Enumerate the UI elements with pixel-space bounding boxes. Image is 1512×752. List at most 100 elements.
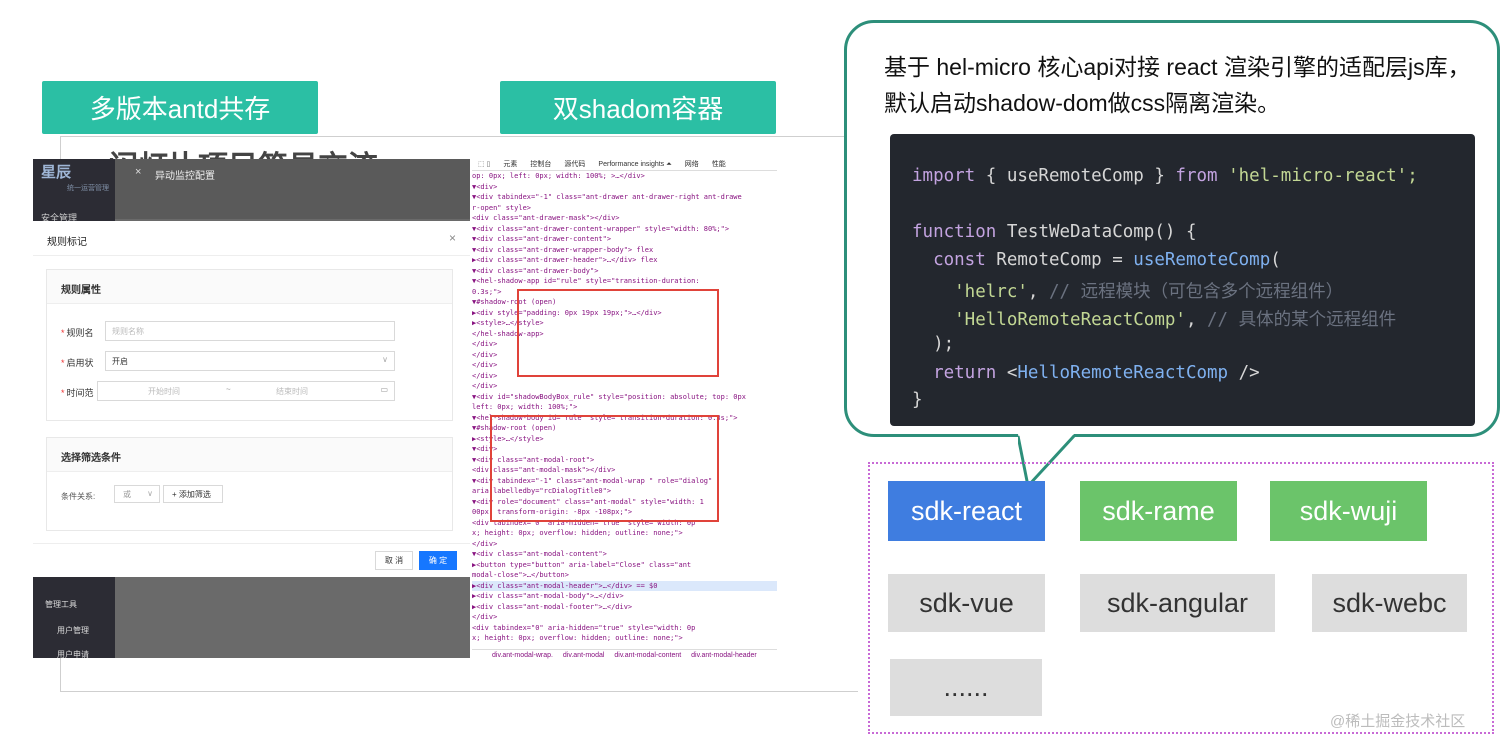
- rule-modal: 规则标记 × 规则属性 * 规则名 规则名称 * 启用状 开启 ∨ * 时间范 开始时…: [33, 221, 470, 577]
- dom-node-line[interactable]: ▶<div class="ant-drawer-header">…</div> …: [472, 255, 777, 266]
- range-separator: ~: [226, 385, 231, 394]
- sidebar-item-user-apply[interactable]: 用户申请: [57, 649, 89, 658]
- tab-performance[interactable]: 性能: [712, 159, 726, 170]
- select-value: 或: [123, 490, 131, 499]
- tab-sources[interactable]: 源代码: [564, 159, 585, 170]
- code-snippet: import { useRemoteComp } from 'hel-micro…: [890, 134, 1475, 426]
- dom-node-line[interactable]: </div>: [472, 539, 777, 550]
- code-line: );: [912, 334, 955, 354]
- card-title: 规则属性: [47, 270, 452, 304]
- watermark: @稀土掘金技术社区: [1330, 713, 1466, 730]
- code-line: 'HelloRemoteReactComp', // 具体的某个远程组件: [912, 310, 1397, 330]
- breadcrumb-item[interactable]: div.ant-modal-content: [614, 652, 681, 659]
- dom-node-line[interactable]: ▼<div class="ant-drawer-wrapper-body"> f…: [472, 245, 777, 256]
- dom-node-line[interactable]: </div>: [472, 612, 777, 623]
- sdk-wuji-box: sdk-wuji: [1270, 481, 1427, 541]
- modal-divider: [33, 255, 470, 256]
- sdk-rame-box: sdk-rame: [1080, 481, 1237, 541]
- tab-elements[interactable]: 元素: [503, 159, 517, 170]
- dom-node-line[interactable]: modal-close">…</button>: [472, 570, 777, 581]
- field-status: * 启用状: [61, 356, 94, 369]
- dom-node-line[interactable]: ▶<button type="button" aria-label="Close…: [472, 560, 777, 571]
- code-line: const RemoteComp = useRemoteComp(: [912, 250, 1281, 270]
- card-title: 选择筛选条件: [47, 438, 452, 472]
- chevron-down-icon: ∨: [147, 489, 153, 498]
- field-label: 启用状: [66, 358, 94, 368]
- code-line: 'helrc', // 远程模块（可包含多个远程组件）: [912, 282, 1344, 302]
- dom-tree: op: 0px; left: 0px; width: 100%; >…</div…: [472, 171, 777, 644]
- breadcrumb-item[interactable]: div.ant-modal-header: [691, 652, 757, 659]
- field-time-range: * 时间范: [61, 386, 94, 399]
- sdk-angular-box: sdk-angular: [1080, 574, 1275, 632]
- modal-footer-divider: [33, 543, 470, 544]
- sdk-webc-box: sdk-webc: [1312, 574, 1467, 632]
- cancel-button[interactable]: 取 消: [375, 551, 413, 570]
- frame-bottom-line: [60, 691, 858, 692]
- dom-node-line[interactable]: ▶<div class="ant-modal-header">…</div> =…: [472, 580, 777, 591]
- logo: 星辰: [41, 164, 72, 181]
- tab-performance-insights[interactable]: Performance insights ⏶: [598, 159, 671, 170]
- code-line: import { useRemoteComp } from 'hel-micro…: [912, 166, 1418, 186]
- field-label: 时间范: [66, 388, 94, 398]
- app-screenshot: 星辰 统一运营管理 安全管理 管理工具 用户管理 用户申请 × 异动监控配置 规…: [33, 159, 470, 658]
- dom-node-line[interactable]: ▼<div class="ant-drawer-content-wrapper"…: [472, 224, 777, 235]
- dom-node-line[interactable]: x; height: 0px; overflow: hidden; outlin…: [472, 528, 777, 539]
- end-time[interactable]: 结束时间: [276, 386, 308, 397]
- start-time[interactable]: 开始时间: [148, 386, 180, 397]
- drawer-close-icon[interactable]: ×: [135, 166, 141, 178]
- dom-node-line[interactable]: left: 0px; width: 100%;">: [472, 402, 777, 413]
- devtools-breadcrumb: div.ant-modal-wrap. div.ant-modal div.an…: [472, 649, 777, 661]
- code-line: return <HelloRemoteReactComp />: [912, 363, 1260, 383]
- dom-node-line[interactable]: <div class="ant-drawer-mask"></div>: [472, 213, 777, 224]
- dom-node-line[interactable]: ▼<div>: [472, 182, 777, 193]
- add-filter-button[interactable]: + 添加筛选: [163, 485, 223, 503]
- modal-close-icon[interactable]: ×: [449, 231, 456, 245]
- dom-node-line[interactable]: ▶<div class="ant-modal-body">…</div>: [472, 591, 777, 602]
- dom-node-line[interactable]: r-open" style>: [472, 203, 777, 214]
- sdk-more-box: ......: [890, 659, 1042, 716]
- logo-subtitle: 统一运营管理: [67, 185, 109, 192]
- rule-name-input[interactable]: 规则名称: [105, 321, 395, 341]
- required-mark: *: [61, 328, 65, 338]
- drawer-title: 异动监控配置: [155, 171, 215, 182]
- dom-node-line[interactable]: ▼<div class="ant-drawer-content">: [472, 234, 777, 245]
- chevron-down-icon: ∨: [382, 355, 388, 364]
- devtools-panel: ⬚ ▯ 元素 控制台 源代码 Performance insights ⏶ 网络…: [472, 159, 777, 661]
- field-label: 规则名: [66, 328, 94, 338]
- frame-top-line: [60, 136, 850, 137]
- dom-node-line[interactable]: ▼<div class="ant-drawer-body">: [472, 266, 777, 277]
- filter-card: 选择筛选条件 条件关系: 或 ∨ + 添加筛选: [46, 437, 453, 531]
- select-value: 开启: [112, 357, 128, 366]
- time-range-picker[interactable]: 开始时间 ~ 结束时间 ▭: [97, 381, 395, 401]
- dom-node-line[interactable]: op: 0px; left: 0px; width: 100%; >…</div…: [472, 171, 777, 182]
- code-line: }: [912, 390, 923, 410]
- tab-console[interactable]: 控制台: [530, 159, 551, 170]
- modal-title: 规则标记: [47, 237, 87, 248]
- condition-label: 条件关系:: [61, 492, 96, 501]
- breadcrumb-item[interactable]: div.ant-modal-wrap.: [492, 652, 553, 659]
- dom-node-line[interactable]: ▼<div id="shadowBodyBox_rule" style="pos…: [472, 392, 777, 403]
- dom-node-line[interactable]: <div tabindex="0" aria-hidden="true" sty…: [472, 623, 777, 634]
- required-mark: *: [61, 388, 65, 398]
- sidebar-item-tools[interactable]: 管理工具: [45, 599, 77, 610]
- condition-select[interactable]: 或 ∨: [114, 485, 160, 503]
- tag-multi-antd: 多版本antd共存: [42, 81, 318, 134]
- dom-node-line[interactable]: ▼<div tabindex="-1" class="ant-drawer an…: [472, 192, 777, 203]
- dom-node-line[interactable]: ▼<hel-shadow-app id="rule" style="transi…: [472, 276, 777, 287]
- dom-node-line[interactable]: ▼<div class="ant-modal-content">: [472, 549, 777, 560]
- field-rule-name: * 规则名: [61, 326, 94, 339]
- tab-network[interactable]: 网络: [685, 159, 699, 170]
- dom-node-line[interactable]: x; height: 0px; overflow: hidden; outlin…: [472, 633, 777, 644]
- breadcrumb-item[interactable]: div.ant-modal: [563, 652, 605, 659]
- tag-dual-shadow: 双shadom容器: [500, 81, 776, 134]
- sidebar-item-users[interactable]: 用户管理: [57, 625, 89, 636]
- shadow-app-highlight: [517, 289, 719, 377]
- slide-title: 闪灯片项目简易交流: [108, 142, 378, 160]
- ok-button[interactable]: 确 定: [419, 551, 457, 570]
- status-select[interactable]: 开启 ∨: [105, 351, 395, 371]
- sdk-react-box: sdk-react: [888, 481, 1045, 541]
- dom-node-line[interactable]: ▶<div class="ant-modal-footer">…</div>: [472, 602, 777, 613]
- dom-node-line[interactable]: </div>: [472, 381, 777, 392]
- inspect-icon[interactable]: ⬚ ▯: [478, 159, 490, 170]
- code-line: function TestWeDataComp() {: [912, 222, 1197, 242]
